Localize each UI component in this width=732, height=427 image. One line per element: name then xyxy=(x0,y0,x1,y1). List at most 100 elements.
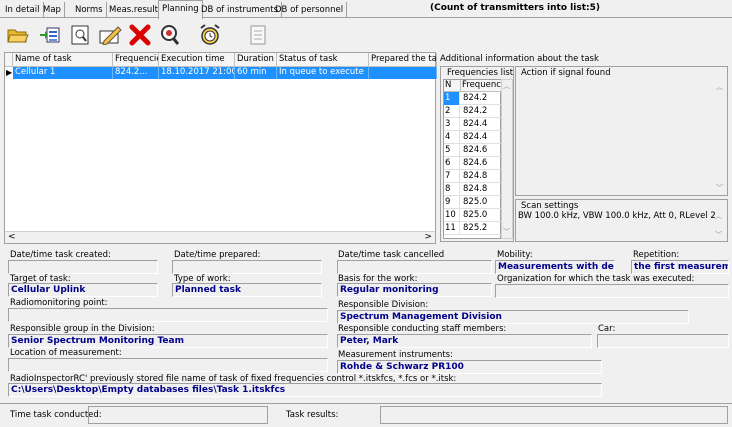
scroll-down-icon[interactable]: ﹀ xyxy=(715,230,725,240)
scroll-down-icon[interactable]: ﹀ xyxy=(503,227,513,237)
cell-execution-time[interactable]: 18.10.2017 21:00 xyxy=(159,67,235,79)
col-execution-time[interactable]: Execution time xyxy=(159,53,235,67)
worktype-field[interactable]: Planned task xyxy=(172,283,322,297)
report-button[interactable] xyxy=(66,21,94,49)
tab-map[interactable]: Map xyxy=(40,2,65,18)
list-item[interactable]: 7 824.8 xyxy=(444,170,502,183)
cell-duration[interactable]: 60 min xyxy=(235,67,277,79)
delete-button[interactable] xyxy=(126,21,154,49)
open-button[interactable] xyxy=(4,21,32,49)
list-item[interactable]: 8 824.8 xyxy=(444,183,502,196)
group-label: Responsible group in the Division: xyxy=(10,324,155,334)
cancelled-field[interactable] xyxy=(337,260,492,274)
mobility-label: Mobility: xyxy=(497,250,533,260)
list-item[interactable]: 9 825.0 xyxy=(444,196,502,209)
frequencies-list-label: Frequencies list xyxy=(447,68,514,78)
created-field[interactable] xyxy=(8,260,158,274)
scroll-left-icon[interactable]: < xyxy=(8,232,16,242)
task-results-field[interactable] xyxy=(380,406,728,424)
frequencies-scrollbar[interactable]: ︿ ﹀ xyxy=(501,79,513,239)
location-field[interactable] xyxy=(8,358,328,372)
prepared-label: Date/time prepared: xyxy=(174,250,261,260)
list-item[interactable]: 11 825.2 xyxy=(444,222,502,235)
list-item[interactable]: 4 824.4 xyxy=(444,131,502,144)
scroll-up-icon[interactable]: ︿ xyxy=(716,82,726,92)
staff-label: Responsible conducting staff members: xyxy=(338,324,507,334)
instruments-label: Measurement instruments: xyxy=(338,350,453,360)
col-status[interactable]: Status of task xyxy=(277,53,369,67)
grid-horizontal-scrollbar[interactable]: < > xyxy=(5,231,435,243)
list-item[interactable]: 5 824.6 xyxy=(444,144,502,157)
col-duration[interactable]: Duration xyxy=(235,53,277,67)
cell-prepared[interactable] xyxy=(369,67,437,79)
point-label: Radiomonitoring point: xyxy=(10,298,108,308)
org-field[interactable] xyxy=(495,284,729,298)
repetition-field[interactable]: the first measuremen xyxy=(631,260,729,274)
col-frequencies[interactable]: Frequencies xyxy=(113,53,159,67)
time-conducted-field[interactable] xyxy=(88,406,268,424)
tab-in-detail[interactable]: In detail xyxy=(2,2,44,18)
file-field[interactable]: C:\Users\Desktop\Empty databases files\T… xyxy=(8,383,602,397)
location-label: Location of measurement: xyxy=(10,348,122,358)
search-icon xyxy=(161,25,180,45)
scroll-right-icon[interactable]: > xyxy=(424,232,432,242)
tab-norms[interactable]: Norms xyxy=(72,2,107,18)
document-icon xyxy=(250,25,266,45)
tab-bar: In detail Map Norms Meas.results Plannin… xyxy=(0,0,732,19)
search-button[interactable] xyxy=(156,21,184,49)
mobility-field[interactable]: Measurements with depart xyxy=(495,260,615,274)
transmitter-count: (Count of transmitters into list:5) xyxy=(430,3,600,13)
frequencies-table[interactable]: N Frequenc 1 824.2 2 824.2 3 824.4 4 824.4 5… xyxy=(443,79,502,239)
car-label: Car: xyxy=(598,324,616,334)
car-field[interactable] xyxy=(597,334,729,348)
group-field[interactable]: Senior Spectrum Monitoring Team xyxy=(8,334,328,348)
scroll-down-icon[interactable]: ﹀ xyxy=(716,183,726,193)
freq-col-frequency: Frequenc xyxy=(461,80,502,92)
repetition-label: Repetition: xyxy=(633,250,680,260)
instruments-field[interactable]: Rohde & Schwarz PR100 xyxy=(337,360,602,374)
table-row[interactable]: ▶ Cellular 1 824.2... 18.10.2017 21:00 6… xyxy=(5,67,437,79)
tab-db-instruments[interactable]: DB of instruments xyxy=(198,2,283,18)
basis-field[interactable]: Regular monitoring xyxy=(337,283,492,297)
prepared-field[interactable] xyxy=(172,260,322,274)
action-label: Action if signal found xyxy=(521,68,611,78)
tab-planning[interactable]: Planning xyxy=(158,0,203,19)
target-field[interactable]: Cellular Uplink xyxy=(8,283,158,297)
cancelled-label: Date/time task cancelled xyxy=(338,250,445,260)
row-indicator-icon: ▶ xyxy=(6,68,13,77)
alarm-button[interactable] xyxy=(196,21,224,49)
scroll-up-icon[interactable]: ︿ xyxy=(503,81,513,91)
col-name[interactable]: Name of task xyxy=(13,53,113,67)
list-item[interactable]: 10 825.0 xyxy=(444,209,502,222)
org-label: Organization for which the task was exec… xyxy=(497,274,695,284)
tab-db-personnel[interactable]: DB of personnel xyxy=(272,2,348,18)
task-grid[interactable]: Name of task Frequencies Execution time … xyxy=(4,52,437,244)
division-field[interactable]: Spectrum Management Division xyxy=(337,310,689,324)
scan-settings-text[interactable]: BW 100.0 kHz, VBW 100.0 kHz, Att 0, RLev… xyxy=(518,211,716,221)
delete-icon xyxy=(129,24,151,46)
addinfo-title: Additional information about the task xyxy=(440,54,599,64)
staff-field[interactable]: Peter, Mark xyxy=(337,334,592,348)
created-label: Date/time task created: xyxy=(10,250,111,260)
document-button[interactable] xyxy=(244,21,272,49)
cell-name[interactable]: Cellular 1 xyxy=(13,67,113,79)
col-prepared[interactable]: Prepared the task xyxy=(369,53,437,67)
list-item[interactable]: 2 824.2 xyxy=(444,105,502,118)
edit-button[interactable] xyxy=(96,21,124,49)
status-bar: Time task conducted: Task results: xyxy=(0,403,732,427)
scan-settings-label: Scan settings xyxy=(521,201,579,211)
list-item[interactable]: 1 824.2 xyxy=(444,92,502,105)
point-field[interactable] xyxy=(8,308,328,322)
report-icon xyxy=(71,25,89,45)
action-textarea[interactable]: ︿ ﹀ xyxy=(516,80,727,195)
task-results-label: Task results: xyxy=(286,410,339,420)
grid-header: Name of task Frequencies Execution time … xyxy=(5,53,437,67)
edit-icon xyxy=(99,26,122,45)
list-item[interactable]: 3 824.4 xyxy=(444,118,502,131)
cell-frequencies[interactable]: 824.2... xyxy=(113,67,159,79)
scroll-up-icon[interactable]: ︿ xyxy=(715,211,725,221)
alarm-clock-icon xyxy=(200,24,220,45)
list-item[interactable]: 6 824.6 xyxy=(444,157,502,170)
list-button[interactable] xyxy=(36,21,64,49)
cell-status[interactable]: In queue to execute xyxy=(277,67,369,79)
